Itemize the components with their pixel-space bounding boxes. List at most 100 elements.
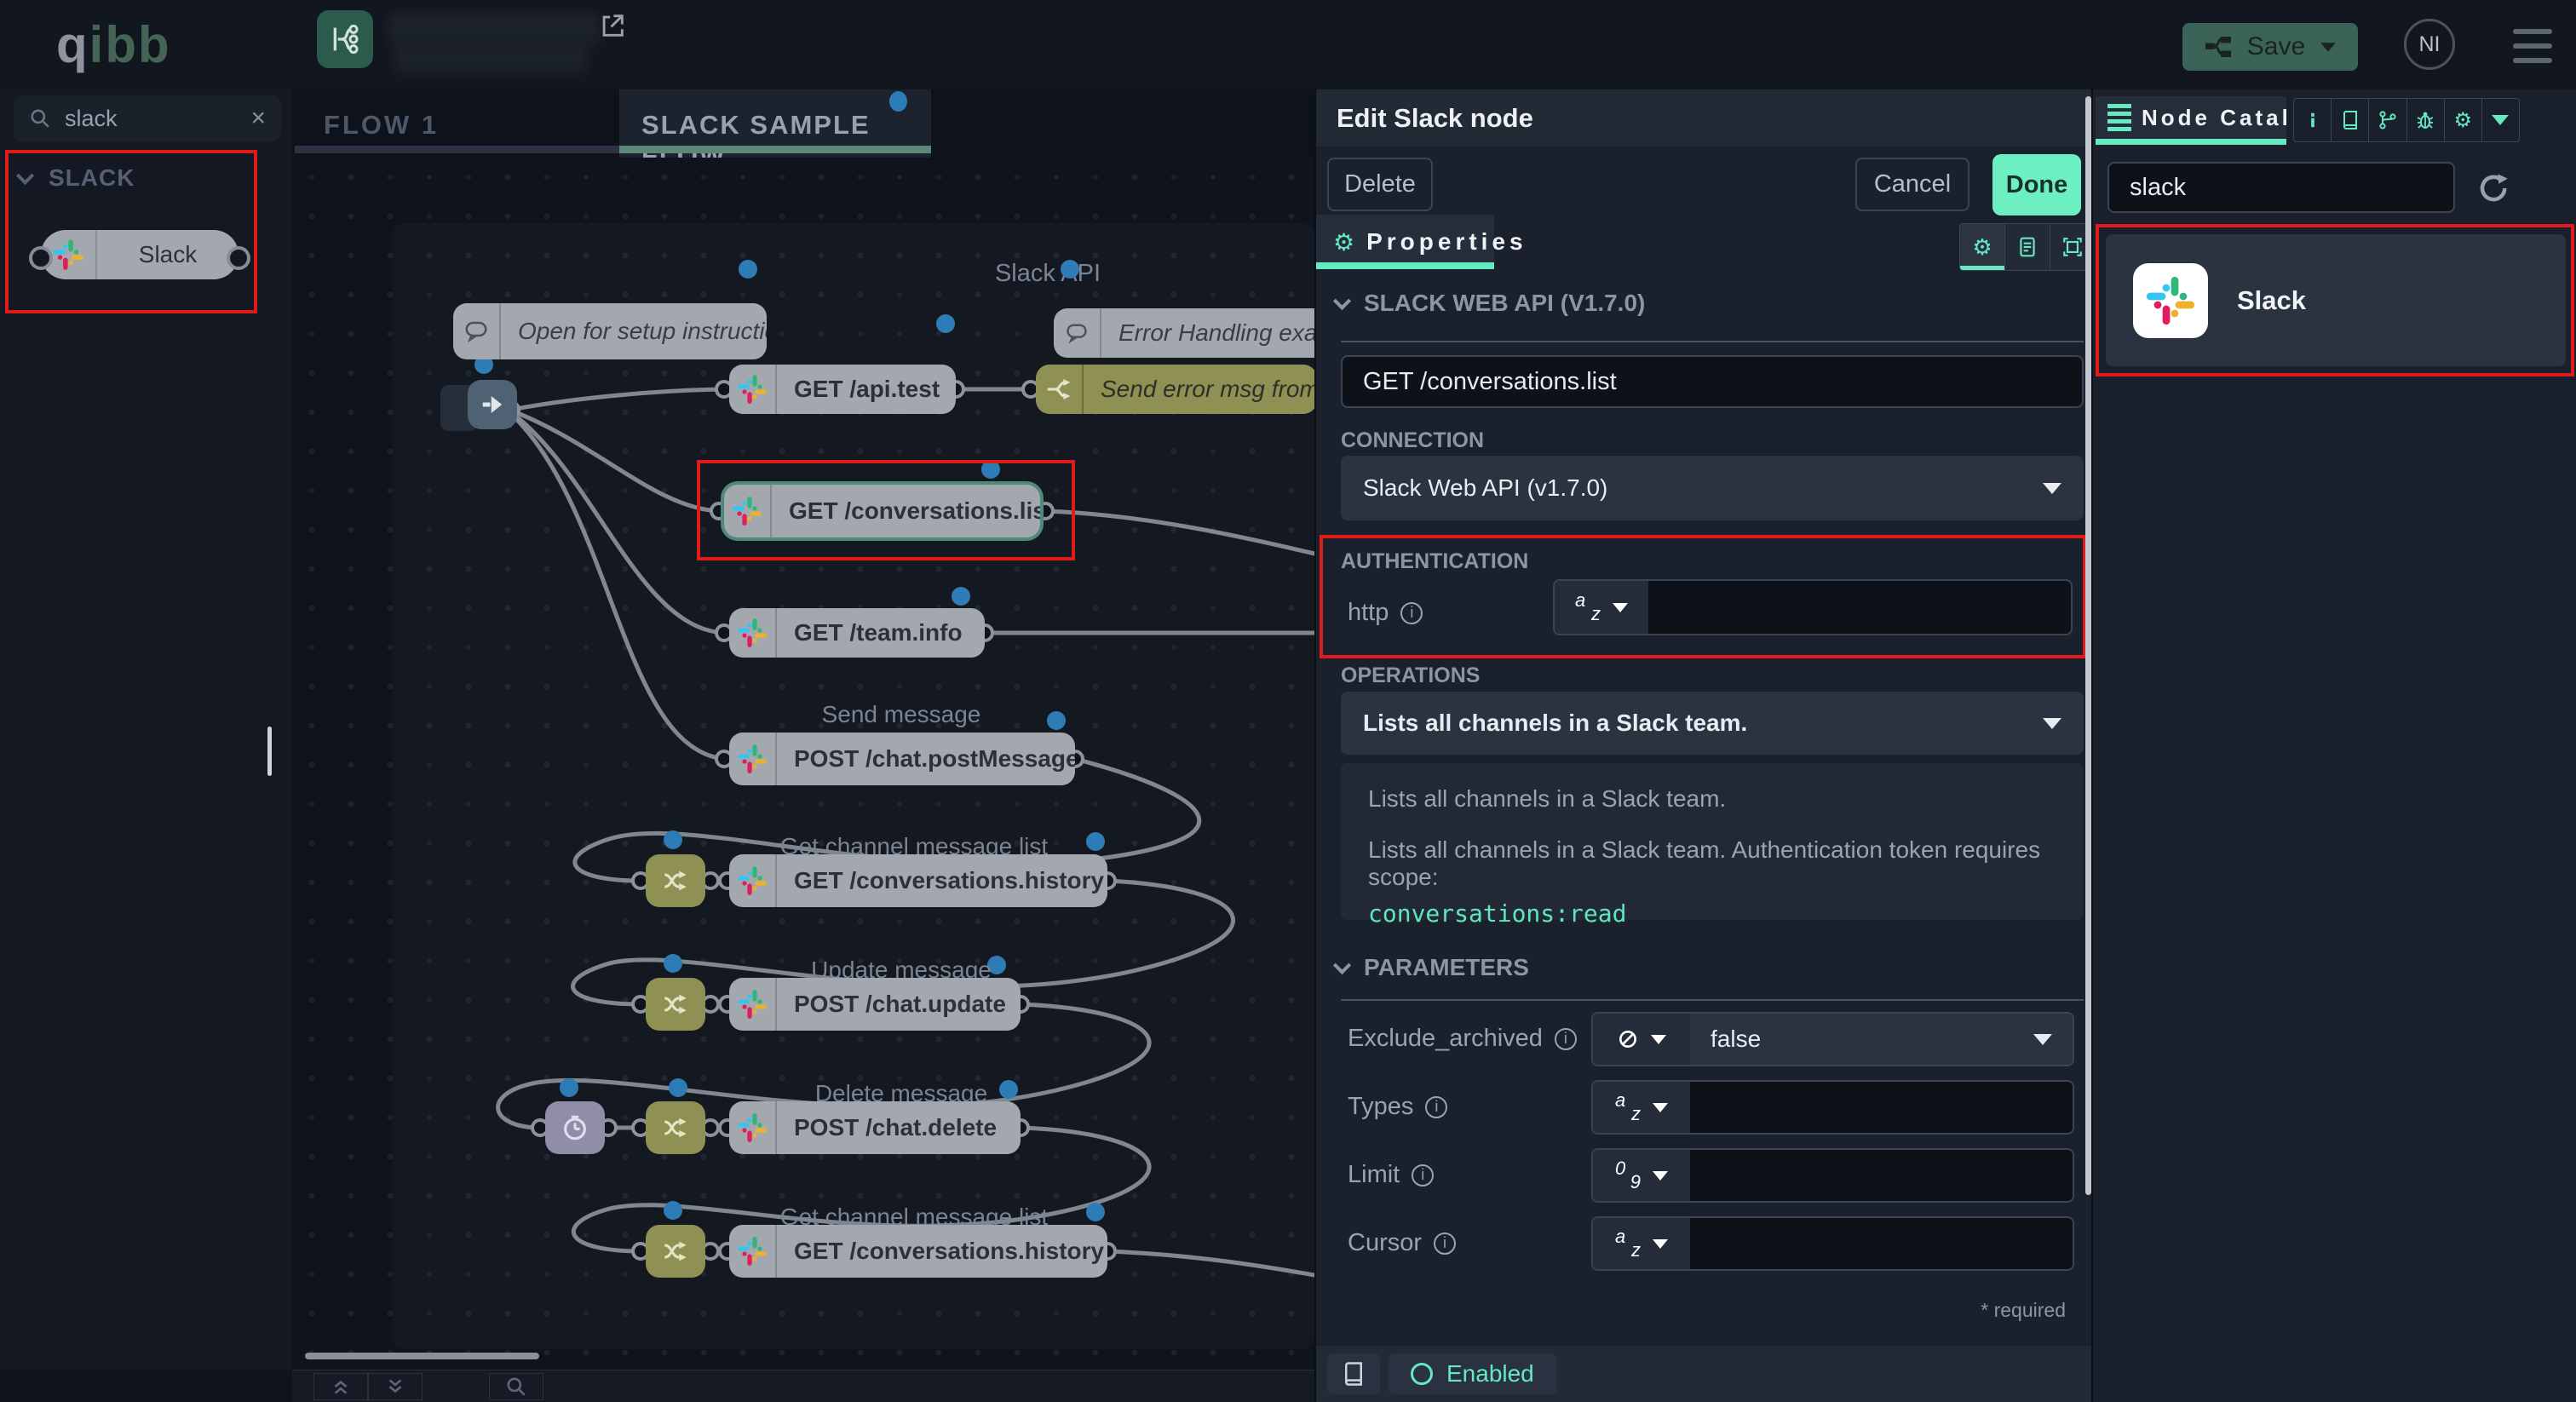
node-history-2[interactable]: GET /conversations.history xyxy=(729,1225,1107,1278)
param-limit-input[interactable] xyxy=(1690,1150,2073,1201)
tab-flow-1-label: FLOW 1 xyxy=(324,110,439,141)
caret-down-icon xyxy=(2043,718,2061,729)
section-slack-web-api[interactable]: SLACK WEB API (V1.7.0) xyxy=(1336,290,1645,317)
properties-view-button[interactable]: ⚙ xyxy=(1960,224,2005,270)
more-button[interactable] xyxy=(2482,99,2519,141)
clear-search-icon[interactable]: × xyxy=(250,104,266,133)
docs-button[interactable] xyxy=(1327,1353,1380,1394)
slack-icon xyxy=(729,1101,777,1154)
change-icon xyxy=(661,1113,690,1142)
info-icon[interactable] xyxy=(1555,1028,1577,1050)
param-cursor-input[interactable] xyxy=(1690,1218,2073,1269)
flow-label-send-message: Send message xyxy=(769,701,1033,728)
inject-node[interactable] xyxy=(468,380,517,429)
tab-properties[interactable]: ⚙ Properties xyxy=(1316,215,1494,269)
info-icon[interactable] xyxy=(1412,1164,1434,1187)
comment-node-setup[interactable]: Open for setup instructions xyxy=(453,303,767,359)
flow-type-icon[interactable] xyxy=(317,10,373,68)
save-button[interactable]: Save xyxy=(2182,23,2358,71)
gear-icon: ⚙ xyxy=(1972,234,1992,261)
sidebar-resize-handle[interactable] xyxy=(267,727,272,776)
panel-scrollbar[interactable] xyxy=(2085,96,2091,1195)
auth-field-row-label: http xyxy=(1348,599,1423,627)
change-node[interactable] xyxy=(646,978,705,1031)
done-button[interactable]: Done xyxy=(1992,154,2081,215)
tab-slack-sample-flow[interactable]: SLACK SAMPLE FLOW xyxy=(619,89,931,158)
type-select-string[interactable]: az xyxy=(1555,581,1648,634)
type-select-string[interactable]: az xyxy=(1593,1218,1690,1269)
save-label: Save xyxy=(2247,32,2305,61)
operation-select[interactable]: Lists all channels in a Slack team. xyxy=(1341,692,2084,755)
catalog-search-input[interactable] xyxy=(2107,162,2455,213)
change-node[interactable] xyxy=(646,1101,705,1154)
param-cursor-label: Cursor xyxy=(1348,1229,1456,1257)
flow-canvas[interactable]: Slack API xyxy=(292,158,1314,1402)
info-icon[interactable] xyxy=(1400,602,1423,624)
top-header: qibb Save NI xyxy=(0,0,2576,89)
change-node[interactable] xyxy=(646,1225,705,1278)
param-types-label: Types xyxy=(1348,1093,1447,1121)
param-types-input[interactable] xyxy=(1690,1082,2073,1133)
type-select-number[interactable]: 09 xyxy=(1593,1150,1690,1201)
menu-icon[interactable] xyxy=(2513,29,2552,63)
param-limit-label: Limit xyxy=(1348,1161,1434,1189)
bool-icon xyxy=(1617,1028,1639,1050)
collapse-up-button[interactable] xyxy=(313,1373,368,1400)
node-post-message[interactable]: POST /chat.postMessage xyxy=(729,733,1075,785)
comment-node-error-handling[interactable]: Error Handling example xyxy=(1054,308,1314,358)
node-team-info[interactable]: GET /team.info xyxy=(729,608,985,658)
type-select-string[interactable]: az xyxy=(1593,1082,1690,1133)
flow-glyph-icon xyxy=(328,22,362,56)
operations-label: OPERATIONS xyxy=(1341,664,1480,688)
avatar[interactable]: NI xyxy=(2404,19,2455,70)
slack-icon xyxy=(41,230,97,279)
delete-button[interactable]: Delete xyxy=(1327,158,1433,211)
operation-description-short: Lists all channels in a Slack team. xyxy=(1368,785,2056,813)
delay-node[interactable] xyxy=(545,1101,605,1154)
enabled-toggle[interactable]: Enabled xyxy=(1389,1353,1556,1394)
node-name-input[interactable] xyxy=(1341,355,2084,408)
node-chat-delete[interactable]: POST /chat.delete xyxy=(729,1101,1021,1154)
node-label: GET /conversations.list xyxy=(772,497,1040,525)
node-conversations-list[interactable]: GET /conversations.list xyxy=(724,485,1040,537)
cancel-button[interactable]: Cancel xyxy=(1855,158,1969,211)
palette-search-input[interactable] xyxy=(65,106,237,132)
book-icon xyxy=(2340,110,2360,130)
node-history-1[interactable]: GET /conversations.history xyxy=(729,854,1107,907)
type-select-bool[interactable] xyxy=(1593,1014,1690,1065)
tab-flow-1[interactable]: FLOW 1 xyxy=(295,89,619,158)
book-icon xyxy=(1341,1361,1366,1387)
debug-button[interactable] xyxy=(2407,99,2445,141)
node-send-error-msg[interactable]: Send error msg from dif xyxy=(1036,365,1314,414)
settings-button[interactable]: ⚙ xyxy=(2445,99,2482,141)
palette-section-slack[interactable]: SLACK xyxy=(19,164,135,192)
auth-token-field: az xyxy=(1553,579,2073,635)
param-name: Limit xyxy=(1348,1161,1400,1189)
palette-node-slack[interactable]: Slack xyxy=(41,230,239,279)
connection-select[interactable]: Slack Web API (v1.7.0) xyxy=(1341,456,2084,520)
caret-down-icon xyxy=(2492,115,2509,125)
docs-button[interactable] xyxy=(2332,99,2369,141)
required-note: * required xyxy=(1981,1299,2066,1322)
collapse-down-button[interactable] xyxy=(368,1373,423,1400)
refresh-icon[interactable] xyxy=(2476,170,2512,206)
description-view-button[interactable] xyxy=(2005,224,2050,270)
slack-icon xyxy=(729,733,777,785)
node-api-test[interactable]: GET /api.test xyxy=(729,365,956,414)
auth-token-input[interactable] xyxy=(1648,581,2071,634)
catalog-result-slack[interactable]: Slack xyxy=(2106,234,2566,366)
info-icon[interactable] xyxy=(1434,1232,1456,1255)
change-node[interactable] xyxy=(646,854,705,907)
canvas-horizontal-scrollbar[interactable] xyxy=(305,1353,539,1359)
canvas-zoom-search-button[interactable] xyxy=(489,1373,543,1400)
info-button[interactable] xyxy=(2294,99,2332,141)
param-exclude-label: Exclude_archived xyxy=(1348,1025,1577,1053)
palette-search[interactable]: × xyxy=(14,95,281,141)
node-chat-update[interactable]: POST /chat.update xyxy=(729,978,1021,1031)
param-exclude-value-select[interactable]: false xyxy=(1690,1014,2073,1065)
tab-node-catalog[interactable]: Node Catalog xyxy=(2096,96,2286,139)
section-parameters[interactable]: PARAMETERS xyxy=(1336,954,1529,981)
info-icon[interactable] xyxy=(1425,1096,1447,1118)
open-external-icon[interactable] xyxy=(598,11,627,40)
versions-button[interactable] xyxy=(2369,99,2406,141)
